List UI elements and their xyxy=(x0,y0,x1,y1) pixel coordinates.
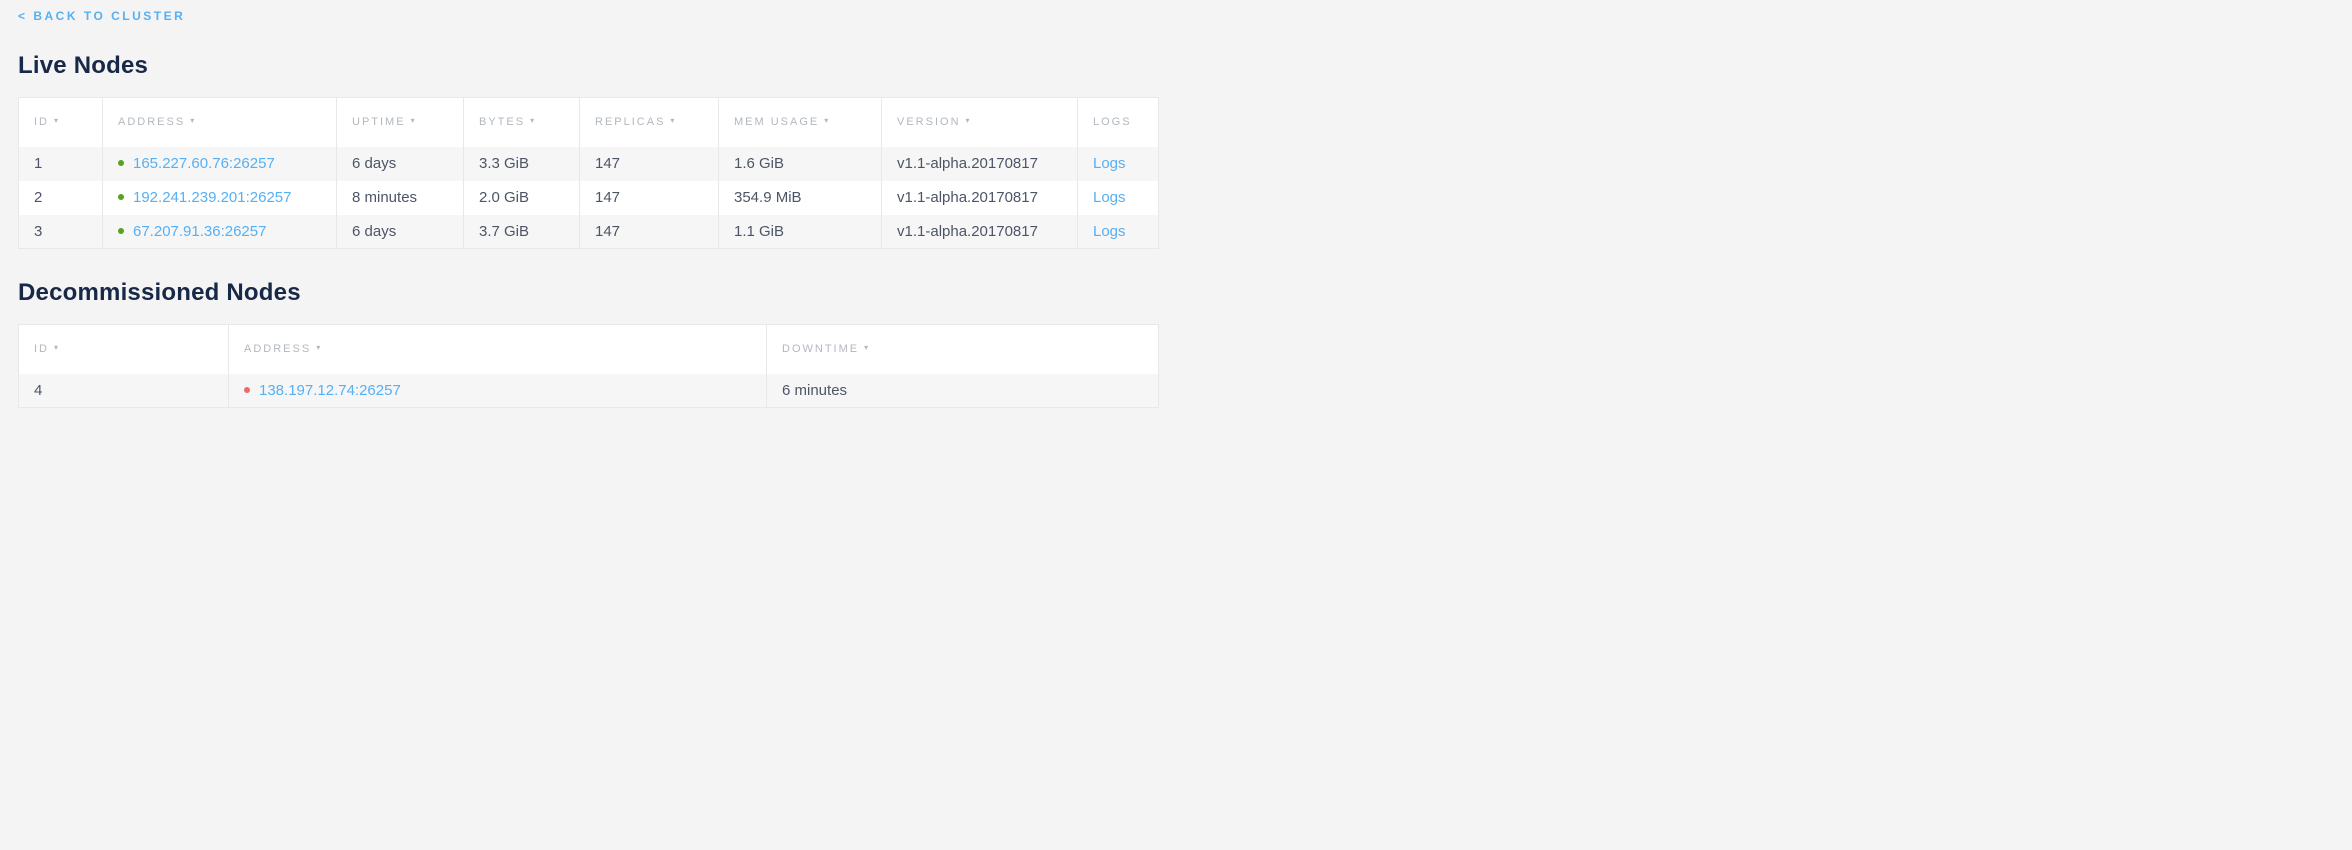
sort-arrow-icon: ▾ xyxy=(411,116,415,125)
column-header-downtime[interactable]: DOWNTIME ▾ xyxy=(767,325,1159,374)
logs-link[interactable]: Logs xyxy=(1093,189,1126,206)
decommissioned-status-dot xyxy=(244,387,250,393)
live-status-dot xyxy=(118,228,124,234)
node-logs-cell: Logs xyxy=(1078,181,1159,215)
column-header-address[interactable]: ADDRESS ▾ xyxy=(103,98,337,147)
node-mem-usage-cell: 1.1 GiB xyxy=(719,215,882,249)
sort-arrow-icon: ▾ xyxy=(54,343,58,352)
live-nodes-title: Live Nodes xyxy=(18,52,1158,80)
node-row: 1 165.227.60.76:26257 6 days 3.3 GiB 147… xyxy=(19,147,1159,181)
decommissioned-nodes-table: ID ▾ ADDRESS ▾ DOWNTIME ▾ 4 138.197.12.74:2… xyxy=(18,324,1159,408)
column-header-bytes[interactable]: BYTES ▾ xyxy=(464,98,580,147)
node-id-cell: 1 xyxy=(19,147,103,181)
node-uptime-cell: 6 days xyxy=(337,147,464,181)
node-mem-usage-cell: 354.9 MiB xyxy=(719,181,882,215)
node-address-link[interactable]: 165.227.60.76:26257 xyxy=(133,155,275,172)
decommissioned-nodes-title: Decommissioned Nodes xyxy=(18,279,1158,307)
column-header-version[interactable]: VERSION ▾ xyxy=(882,98,1078,147)
decommissioned-nodes-header-row: ID ▾ ADDRESS ▾ DOWNTIME ▾ xyxy=(19,325,1159,374)
node-address-cell: 138.197.12.74:26257 xyxy=(229,374,767,408)
column-header-label: DOWNTIME xyxy=(782,343,859,355)
column-header-label: ID xyxy=(34,116,49,128)
column-header-uptime[interactable]: UPTIME ▾ xyxy=(337,98,464,147)
column-header-label: UPTIME xyxy=(352,116,406,128)
node-id-cell: 4 xyxy=(19,374,229,408)
column-header-replicas[interactable]: REPLICAS ▾ xyxy=(580,98,719,147)
node-address-cell: 67.207.91.36:26257 xyxy=(103,215,337,249)
node-row: 3 67.207.91.36:26257 6 days 3.7 GiB 147 … xyxy=(19,215,1159,249)
column-header-label: ID xyxy=(34,343,49,355)
sort-arrow-icon: ▾ xyxy=(864,343,868,352)
node-logs-cell: Logs xyxy=(1078,215,1159,249)
column-header-address[interactable]: ADDRESS ▾ xyxy=(229,325,767,374)
node-version-cell: v1.1-alpha.20170817 xyxy=(882,215,1078,249)
sort-arrow-icon: ▾ xyxy=(824,116,828,125)
sort-arrow-icon: ▾ xyxy=(530,116,534,125)
column-header-logs: LOGS xyxy=(1078,98,1159,147)
node-downtime-cell: 6 minutes xyxy=(767,374,1159,408)
node-address-link[interactable]: 67.207.91.36:26257 xyxy=(133,223,266,240)
live-nodes-table: ID ▾ ADDRESS ▾ UPTIME ▾ BYTES ▾ REPLICAS ▾ ME… xyxy=(18,97,1159,249)
logs-link[interactable]: Logs xyxy=(1093,155,1126,172)
node-row: 4 138.197.12.74:26257 6 minutes xyxy=(19,374,1159,408)
column-header-label: LOGS xyxy=(1093,116,1132,128)
sort-arrow-icon: ▾ xyxy=(966,116,970,125)
live-status-dot xyxy=(118,160,124,166)
sort-arrow-icon: ▾ xyxy=(670,116,674,125)
node-address-link[interactable]: 192.241.239.201:26257 xyxy=(133,189,292,206)
column-header-label: BYTES xyxy=(479,116,525,128)
sort-arrow-icon: ▾ xyxy=(54,116,58,125)
node-id-cell: 3 xyxy=(19,215,103,249)
logs-link[interactable]: Logs xyxy=(1093,223,1126,240)
node-version-cell: v1.1-alpha.20170817 xyxy=(882,147,1078,181)
column-header-label: VERSION xyxy=(897,116,961,128)
node-replicas-cell: 147 xyxy=(580,147,719,181)
node-uptime-cell: 6 days xyxy=(337,215,464,249)
back-to-cluster-link[interactable]: < BACK TO CLUSTER xyxy=(18,9,185,23)
node-address-cell: 192.241.239.201:26257 xyxy=(103,181,337,215)
node-replicas-cell: 147 xyxy=(580,215,719,249)
node-logs-cell: Logs xyxy=(1078,147,1159,181)
column-header-label: REPLICAS xyxy=(595,116,665,128)
live-nodes-header-row: ID ▾ ADDRESS ▾ UPTIME ▾ BYTES ▾ REPLICAS ▾ ME… xyxy=(19,98,1159,147)
node-mem-usage-cell: 1.6 GiB xyxy=(719,147,882,181)
sort-arrow-icon: ▾ xyxy=(190,116,194,125)
node-uptime-cell: 8 minutes xyxy=(337,181,464,215)
column-header-mem-usage[interactable]: MEM USAGE ▾ xyxy=(719,98,882,147)
node-id-cell: 2 xyxy=(19,181,103,215)
node-version-cell: v1.1-alpha.20170817 xyxy=(882,181,1078,215)
sort-arrow-icon: ▾ xyxy=(316,343,320,352)
node-bytes-cell: 2.0 GiB xyxy=(464,181,580,215)
node-bytes-cell: 3.3 GiB xyxy=(464,147,580,181)
column-header-label: ADDRESS xyxy=(118,116,185,128)
column-header-id[interactable]: ID ▾ xyxy=(19,98,103,147)
node-row: 2 192.241.239.201:26257 8 minutes 2.0 Gi… xyxy=(19,181,1159,215)
node-address-link[interactable]: 138.197.12.74:26257 xyxy=(259,382,401,399)
live-status-dot xyxy=(118,194,124,200)
column-header-id[interactable]: ID ▾ xyxy=(19,325,229,374)
node-bytes-cell: 3.7 GiB xyxy=(464,215,580,249)
node-replicas-cell: 147 xyxy=(580,181,719,215)
column-header-label: ADDRESS xyxy=(244,343,311,355)
node-address-cell: 165.227.60.76:26257 xyxy=(103,147,337,181)
column-header-label: MEM USAGE xyxy=(734,116,819,128)
